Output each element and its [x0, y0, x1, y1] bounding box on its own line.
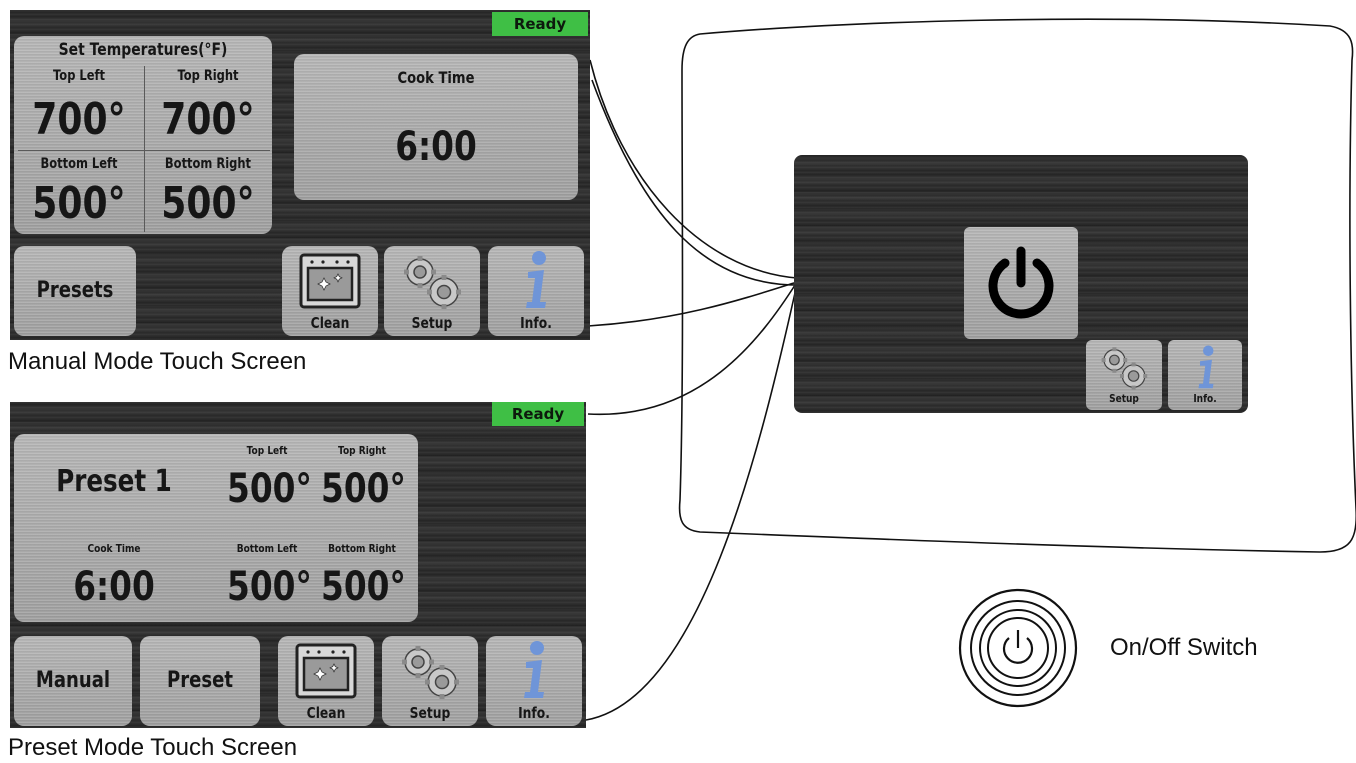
line-preset-info	[585, 283, 798, 721]
clean-button[interactable]: Clean	[282, 246, 378, 336]
gears-icon	[404, 256, 461, 309]
standby-setup-label: Setup	[1109, 392, 1139, 405]
top-right-temp[interactable]: 700°	[156, 94, 261, 145]
preset-setup-button[interactable]: Setup	[382, 636, 478, 726]
preset-clean-button[interactable]: Clean	[278, 636, 374, 726]
manual-status-badge: Ready	[492, 12, 588, 36]
setup-button-label: Setup	[411, 314, 453, 332]
preset-name: Preset 1	[56, 464, 172, 499]
preset-setup-button-label: Setup	[409, 704, 451, 722]
preset-info-button-label: Info.	[518, 704, 550, 722]
manual-button[interactable]: Manual	[14, 636, 132, 726]
presets-button[interactable]: Presets	[14, 246, 136, 336]
on-off-switch-label: On/Off Switch	[1110, 634, 1258, 661]
on-off-switch[interactable]	[956, 586, 1080, 710]
presets-button-label: Presets	[36, 278, 114, 303]
manual-mode-caption: Manual Mode Touch Screen	[8, 348, 307, 375]
top-right-label: Top Right	[177, 68, 239, 84]
info-button[interactable]: Info.	[488, 246, 584, 336]
manual-button-label: Manual	[35, 668, 111, 693]
gears-icon	[1101, 347, 1148, 390]
cook-time-value: 6:00	[395, 124, 477, 170]
info-icon	[1198, 345, 1214, 389]
preset-mode-screen: Ready Preset 1 Cook Time 6:00 Top Left T…	[10, 402, 586, 728]
preset-top-right-label: Top Right	[338, 444, 386, 457]
info-icon	[526, 251, 546, 308]
preset-info-button[interactable]: Info.	[486, 636, 582, 726]
standby-info-label: Info.	[1193, 392, 1217, 405]
preset-button-label: Preset	[167, 668, 233, 693]
preset-details-panel[interactable]: Preset 1 Cook Time 6:00 Top Left Top Rig…	[14, 434, 418, 622]
oven-icon	[299, 253, 361, 309]
preset-bottom-right-temp: 500°	[321, 564, 406, 610]
preset-cook-time-value: 6:00	[73, 564, 155, 610]
standby-info-button[interactable]: Info.	[1168, 340, 1242, 410]
cook-time-panel[interactable]: Cook Time 6:00	[294, 54, 578, 200]
setup-button[interactable]: Setup	[384, 246, 480, 336]
preset-top-left-temp: 500°	[227, 466, 312, 512]
line-preset-ready	[587, 281, 798, 415]
set-temperatures-title: Set Temperatures(°F)	[58, 40, 228, 60]
set-temperatures-panel: Set Temperatures(°F) Top Left Top Right …	[14, 36, 272, 234]
cook-time-label: Cook Time	[397, 68, 475, 87]
preset-clean-button-label: Clean	[306, 704, 346, 722]
line-manual-info	[587, 281, 798, 327]
preset-top-left-label: Top Left	[246, 444, 288, 457]
oven-icon	[295, 643, 357, 699]
bottom-left-temp[interactable]: 500°	[26, 178, 133, 229]
clean-button-label: Clean	[310, 314, 350, 332]
standby-setup-button[interactable]: Setup	[1086, 340, 1162, 410]
info-icon	[524, 641, 544, 698]
preset-bottom-left-temp: 500°	[227, 564, 312, 610]
bottom-left-label: Bottom Left	[40, 156, 118, 172]
bottom-right-temp[interactable]: 500°	[156, 178, 261, 229]
bottom-right-label: Bottom Right	[164, 156, 252, 172]
power-button[interactable]	[964, 227, 1078, 339]
preset-cook-time-label: Cook Time	[87, 542, 141, 555]
preset-button[interactable]: Preset	[140, 636, 260, 726]
preset-bottom-left-label: Bottom Left	[236, 542, 298, 555]
top-left-label: Top Left	[53, 68, 105, 84]
preset-top-right-temp: 500°	[321, 466, 406, 512]
preset-status-badge: Ready	[492, 402, 584, 426]
manual-mode-screen: Ready Set Temperatures(°F) Top Left Top …	[10, 10, 590, 340]
info-button-label: Info.	[520, 314, 552, 332]
standby-screen: Setup Info.	[794, 155, 1248, 413]
gears-icon	[402, 646, 459, 699]
temp-grid-horizontal-divider	[18, 150, 270, 151]
preset-bottom-right-label: Bottom Right	[328, 542, 396, 555]
power-icon	[988, 246, 1054, 319]
temp-grid-vertical-divider	[144, 66, 145, 232]
top-left-temp[interactable]: 700°	[26, 94, 133, 145]
line-manual-ready	[591, 79, 798, 286]
preset-mode-caption: Preset Mode Touch Screen	[8, 734, 298, 761]
line-manual-ready-2	[589, 59, 798, 279]
